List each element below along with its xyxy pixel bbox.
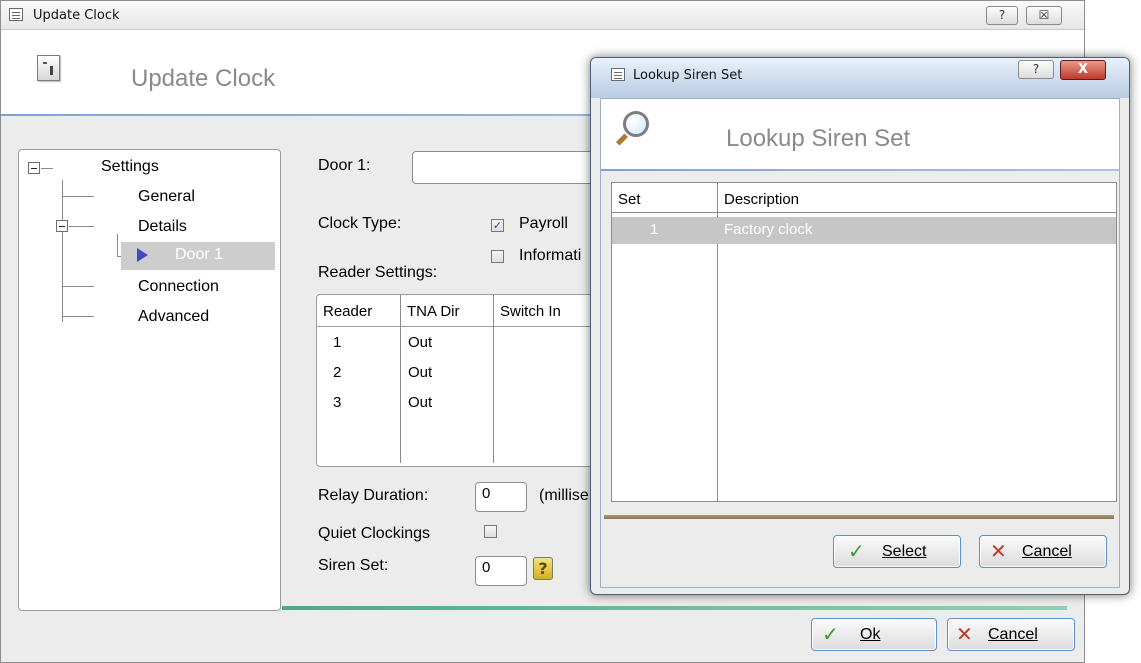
- lookup-titlebar[interactable]: Lookup Siren Set ? X: [591, 58, 1129, 98]
- header-divider: [601, 169, 1119, 171]
- door-name-input[interactable]: [412, 151, 612, 184]
- collapse-settings-icon[interactable]: [28, 162, 40, 174]
- clock-type-label: Clock Type:: [318, 215, 402, 232]
- cancel-x-icon: ✕: [956, 624, 973, 646]
- reader-settings-grid[interactable]: Reader TNA Dir Switch In 1 Out 2 Out 3 O…: [316, 294, 616, 467]
- tree-item-door1-label: Door 1: [175, 246, 224, 263]
- magnifier-icon: [623, 111, 649, 137]
- reader-settings-label: Reader Settings:: [318, 264, 438, 281]
- set-cell: 1: [650, 221, 659, 238]
- table-row[interactable]: 1 Factory clock: [612, 217, 1116, 244]
- cancel-button-label: Cancel: [988, 626, 1038, 643]
- main-window-title: Update Clock: [33, 8, 120, 23]
- main-titlebar[interactable]: Update Clock ? ☒: [1, 1, 1084, 30]
- footer-divider: [604, 515, 1114, 519]
- relay-duration-input[interactable]: 0: [475, 482, 527, 512]
- quiet-clockings-checkbox[interactable]: [484, 525, 497, 538]
- ok-button[interactable]: ✓ Ok: [811, 618, 937, 651]
- lookup-grid-header: [612, 183, 1116, 213]
- tree-connector: [62, 316, 94, 317]
- information-label: Informati: [519, 247, 582, 264]
- relay-duration-unit: (millise: [539, 487, 589, 504]
- description-cell: Factory clock: [724, 221, 813, 238]
- col-header-description[interactable]: Description: [724, 191, 799, 208]
- tna-dir-cell: Out: [408, 364, 433, 381]
- quiet-clockings-label: Quiet Clockings: [318, 525, 431, 542]
- siren-set-label: Siren Set:: [318, 557, 389, 574]
- siren-lookup-help-icon[interactable]: ?: [533, 557, 553, 580]
- select-button[interactable]: ✓ Select: [833, 535, 961, 568]
- door-label: Door 1:: [318, 157, 371, 174]
- payroll-checkbox[interactable]: ✓: [491, 219, 504, 232]
- relay-duration-label: Relay Duration:: [318, 487, 429, 504]
- information-checkbox[interactable]: [491, 250, 504, 263]
- select-button-label: Select: [882, 543, 927, 560]
- tree-connector: [41, 168, 53, 169]
- main-header-title: Update Clock: [131, 65, 276, 92]
- tree-item-advanced[interactable]: Advanced: [138, 308, 209, 326]
- tree-connector: [117, 234, 118, 256]
- cancel-x-icon: ✕: [990, 541, 1007, 563]
- close-icon[interactable]: X: [1060, 60, 1106, 80]
- window-menu-icon[interactable]: [611, 68, 625, 81]
- col-header-tna-dir[interactable]: TNA Dir: [407, 303, 460, 320]
- tna-dir-cell: Out: [408, 394, 433, 411]
- reader-cell: 2: [333, 364, 342, 381]
- siren-set-grid[interactable]: Set Description 1 Factory clock: [611, 182, 1117, 502]
- reader-cell: 3: [333, 394, 342, 411]
- payroll-label: Payroll: [519, 215, 568, 232]
- ok-button-label: Ok: [860, 626, 881, 643]
- tree-item-settings[interactable]: Settings: [101, 158, 159, 176]
- lookup-window-title: Lookup Siren Set: [633, 68, 743, 83]
- col-header-set[interactable]: Set: [618, 191, 641, 208]
- check-icon: ✓: [848, 541, 865, 563]
- tree-item-general[interactable]: General: [138, 188, 195, 206]
- cancel-button[interactable]: ✕ Cancel: [947, 618, 1075, 651]
- table-row[interactable]: 1 Out: [317, 332, 615, 360]
- col-header-switch-in[interactable]: Switch In: [500, 303, 561, 320]
- tree-connector: [62, 196, 94, 197]
- help-button[interactable]: ?: [986, 6, 1018, 25]
- cancel-button[interactable]: ✕ Cancel: [979, 535, 1107, 568]
- settings-tree[interactable]: Settings General Details Door 1 Connecti…: [18, 149, 281, 611]
- reader-cell: 1: [333, 334, 342, 351]
- tree-connector: [62, 180, 63, 322]
- check-icon: ✓: [822, 624, 839, 646]
- tree-item-door1[interactable]: Door 1: [121, 242, 275, 270]
- tna-dir-cell: Out: [408, 334, 433, 351]
- tree-connector: [62, 286, 94, 287]
- lookup-header-title: Lookup Siren Set: [726, 125, 911, 152]
- tree-connector: [69, 226, 94, 227]
- table-row[interactable]: 3 Out: [317, 392, 615, 420]
- col-header-reader[interactable]: Reader: [323, 303, 372, 320]
- siren-set-input[interactable]: 0: [475, 556, 527, 586]
- tree-item-connection[interactable]: Connection: [138, 278, 219, 296]
- lookup-header: Lookup Siren Set: [601, 99, 1119, 170]
- table-row[interactable]: 2 Out: [317, 362, 615, 390]
- selected-arrow-icon: [137, 248, 148, 262]
- cancel-button-label: Cancel: [1022, 543, 1072, 560]
- close-button[interactable]: ☒: [1026, 6, 1062, 25]
- clock-document-icon: [37, 55, 60, 81]
- magnifier-handle: [615, 133, 629, 146]
- collapse-details-icon[interactable]: [56, 220, 68, 232]
- footer-divider: [282, 606, 1067, 610]
- window-menu-icon[interactable]: [9, 8, 23, 21]
- help-button[interactable]: ?: [1018, 60, 1054, 79]
- tree-item-details[interactable]: Details: [138, 218, 187, 236]
